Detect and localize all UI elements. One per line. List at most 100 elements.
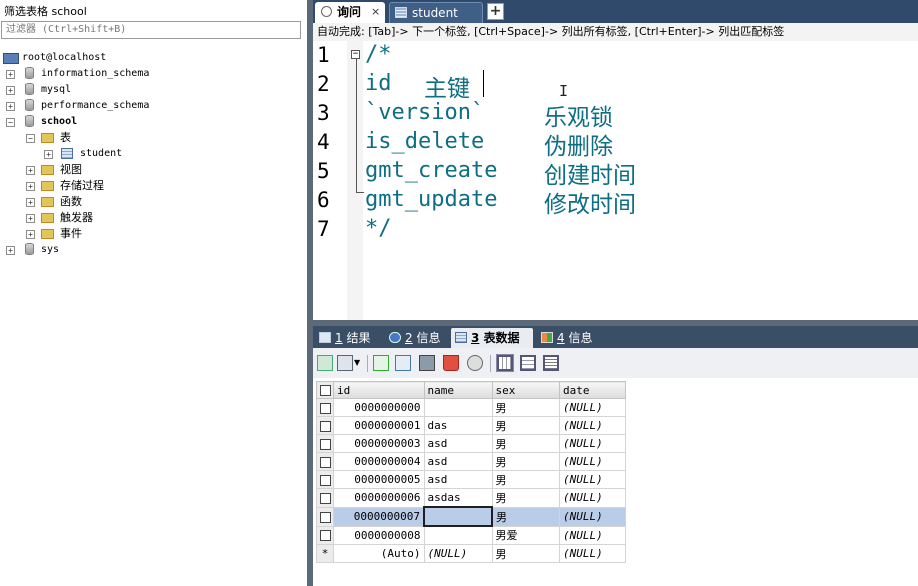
filter-input[interactable]: 过滤器 (Ctrl+Shift+B): [1, 21, 301, 39]
row-checkbox[interactable]: [316, 398, 334, 417]
cell-sex[interactable]: 男: [491, 434, 560, 453]
tab-table-data[interactable]: 3 表数据: [451, 328, 533, 348]
row-checkbox[interactable]: [316, 525, 334, 545]
cell-id[interactable]: (Auto): [333, 544, 425, 563]
save-icon[interactable]: [419, 355, 435, 371]
cell-date[interactable]: (NULL): [559, 470, 626, 489]
tree-views-folder[interactable]: + 视图: [0, 162, 300, 178]
tab-student[interactable]: student: [389, 2, 483, 23]
tree-table-student[interactable]: + student: [0, 146, 300, 162]
tab-info[interactable]: 2 信息: [385, 328, 447, 348]
row-checkbox[interactable]: [316, 434, 334, 453]
cell-name[interactable]: asd: [423, 452, 493, 471]
row-checkbox[interactable]: [316, 452, 334, 471]
dropdown-arrow-icon[interactable]: ▼: [354, 355, 362, 371]
cell-name[interactable]: asdas: [423, 488, 493, 508]
tab-query[interactable]: 询问 ×: [315, 2, 385, 23]
expand-icon[interactable]: +: [6, 246, 15, 255]
tree-procedures-folder[interactable]: + 存储过程: [0, 178, 300, 194]
expand-icon[interactable]: +: [44, 150, 53, 159]
tree-db-performance-schema[interactable]: + performance_schema: [0, 98, 300, 114]
cell-id[interactable]: 0000000004: [333, 452, 425, 471]
select-all-checkbox[interactable]: [316, 381, 334, 399]
expand-icon[interactable]: +: [26, 198, 35, 207]
tree-db-sys[interactable]: + sys: [0, 242, 300, 258]
cell-name[interactable]: das: [423, 416, 493, 435]
delete-icon[interactable]: [443, 355, 459, 371]
collapse-icon[interactable]: −: [26, 134, 35, 143]
cell-name[interactable]: (NULL): [423, 544, 493, 563]
cell-date[interactable]: (NULL): [559, 452, 626, 471]
sql-editor[interactable]: 1 2 3 4 5 6 7 − /* id 主键 `version` 乐观锁 i…: [313, 41, 918, 320]
duplicate-row-icon[interactable]: [395, 355, 411, 371]
cell-date[interactable]: (NULL): [559, 398, 626, 417]
tab-label: 结果: [346, 331, 371, 345]
cell-sex[interactable]: 男: [491, 470, 560, 489]
cell-sex[interactable]: 男: [491, 398, 560, 417]
column-header-sex[interactable]: sex: [491, 381, 560, 399]
tree-db-mysql[interactable]: + mysql: [0, 82, 300, 98]
cancel-changes-icon[interactable]: [467, 355, 483, 371]
export-icon[interactable]: [317, 355, 333, 371]
cell-sex[interactable]: 男: [491, 488, 560, 508]
cell-name-active[interactable]: [423, 506, 493, 527]
fold-collapse-icon[interactable]: −: [351, 50, 360, 59]
cell-sex[interactable]: 男: [491, 416, 560, 435]
cell-date[interactable]: (NULL): [559, 488, 626, 508]
grid-view-icon[interactable]: [496, 354, 514, 372]
tree-tables-folder[interactable]: − 表: [0, 130, 300, 146]
import-icon[interactable]: [337, 355, 353, 371]
tree-db-information-schema[interactable]: + information_schema: [0, 66, 300, 82]
tab-label: 信息: [568, 331, 593, 345]
tree-functions-folder[interactable]: + 函数: [0, 194, 300, 210]
cell-date[interactable]: (NULL): [559, 525, 626, 545]
row-checkbox[interactable]: [316, 416, 334, 435]
cell-sex[interactable]: 男: [491, 506, 560, 527]
expand-icon[interactable]: +: [26, 214, 35, 223]
form-view-icon[interactable]: [520, 355, 536, 371]
cell-id[interactable]: 0000000005: [333, 470, 425, 489]
expand-icon[interactable]: +: [6, 102, 15, 111]
tree-db-school[interactable]: − school: [0, 114, 300, 130]
cell-id[interactable]: 0000000008: [333, 525, 425, 545]
table-icon: [61, 148, 73, 159]
row-checkbox[interactable]: [316, 470, 334, 489]
expand-icon[interactable]: +: [26, 230, 35, 239]
expand-icon[interactable]: +: [26, 166, 35, 175]
cell-sex[interactable]: 男爱: [491, 525, 560, 545]
cell-sex[interactable]: 男: [491, 452, 560, 471]
tree-events-folder[interactable]: + 事件: [0, 226, 300, 242]
expand-icon[interactable]: +: [26, 182, 35, 191]
cell-date[interactable]: (NULL): [559, 544, 626, 563]
cell-date[interactable]: (NULL): [559, 434, 626, 453]
cell-id[interactable]: 0000000001: [333, 416, 425, 435]
column-header-date[interactable]: date: [559, 381, 626, 399]
add-tab-button[interactable]: +: [487, 3, 504, 20]
expand-icon[interactable]: +: [6, 86, 15, 95]
cell-name[interactable]: [423, 398, 493, 417]
cell-name[interactable]: asd: [423, 434, 493, 453]
tab-number: 3: [471, 331, 480, 345]
tab-info-2[interactable]: 4 信息: [537, 328, 597, 348]
add-row-icon[interactable]: [373, 355, 389, 371]
cell-sex[interactable]: 男: [491, 544, 560, 563]
tab-results[interactable]: 1 结果: [315, 328, 381, 348]
close-icon[interactable]: ×: [371, 2, 380, 22]
text-view-icon[interactable]: [543, 355, 559, 371]
cell-date[interactable]: (NULL): [559, 416, 626, 435]
expand-icon[interactable]: +: [6, 70, 15, 79]
cell-name[interactable]: asd: [423, 470, 493, 489]
row-checkbox[interactable]: [316, 488, 334, 508]
cell-name[interactable]: [423, 525, 493, 545]
cell-id[interactable]: 0000000006: [333, 488, 425, 508]
cell-id[interactable]: 0000000003: [333, 434, 425, 453]
cell-id[interactable]: 0000000007: [333, 506, 425, 527]
tree-triggers-folder[interactable]: + 触发器: [0, 210, 300, 226]
cell-date[interactable]: (NULL): [559, 506, 626, 527]
tree-server[interactable]: root@localhost: [0, 50, 300, 66]
column-header-id[interactable]: id: [333, 381, 425, 399]
collapse-icon[interactable]: −: [6, 118, 15, 127]
row-checkbox[interactable]: [316, 506, 334, 527]
cell-id[interactable]: 0000000000: [333, 398, 425, 417]
column-header-name[interactable]: name: [423, 381, 493, 399]
